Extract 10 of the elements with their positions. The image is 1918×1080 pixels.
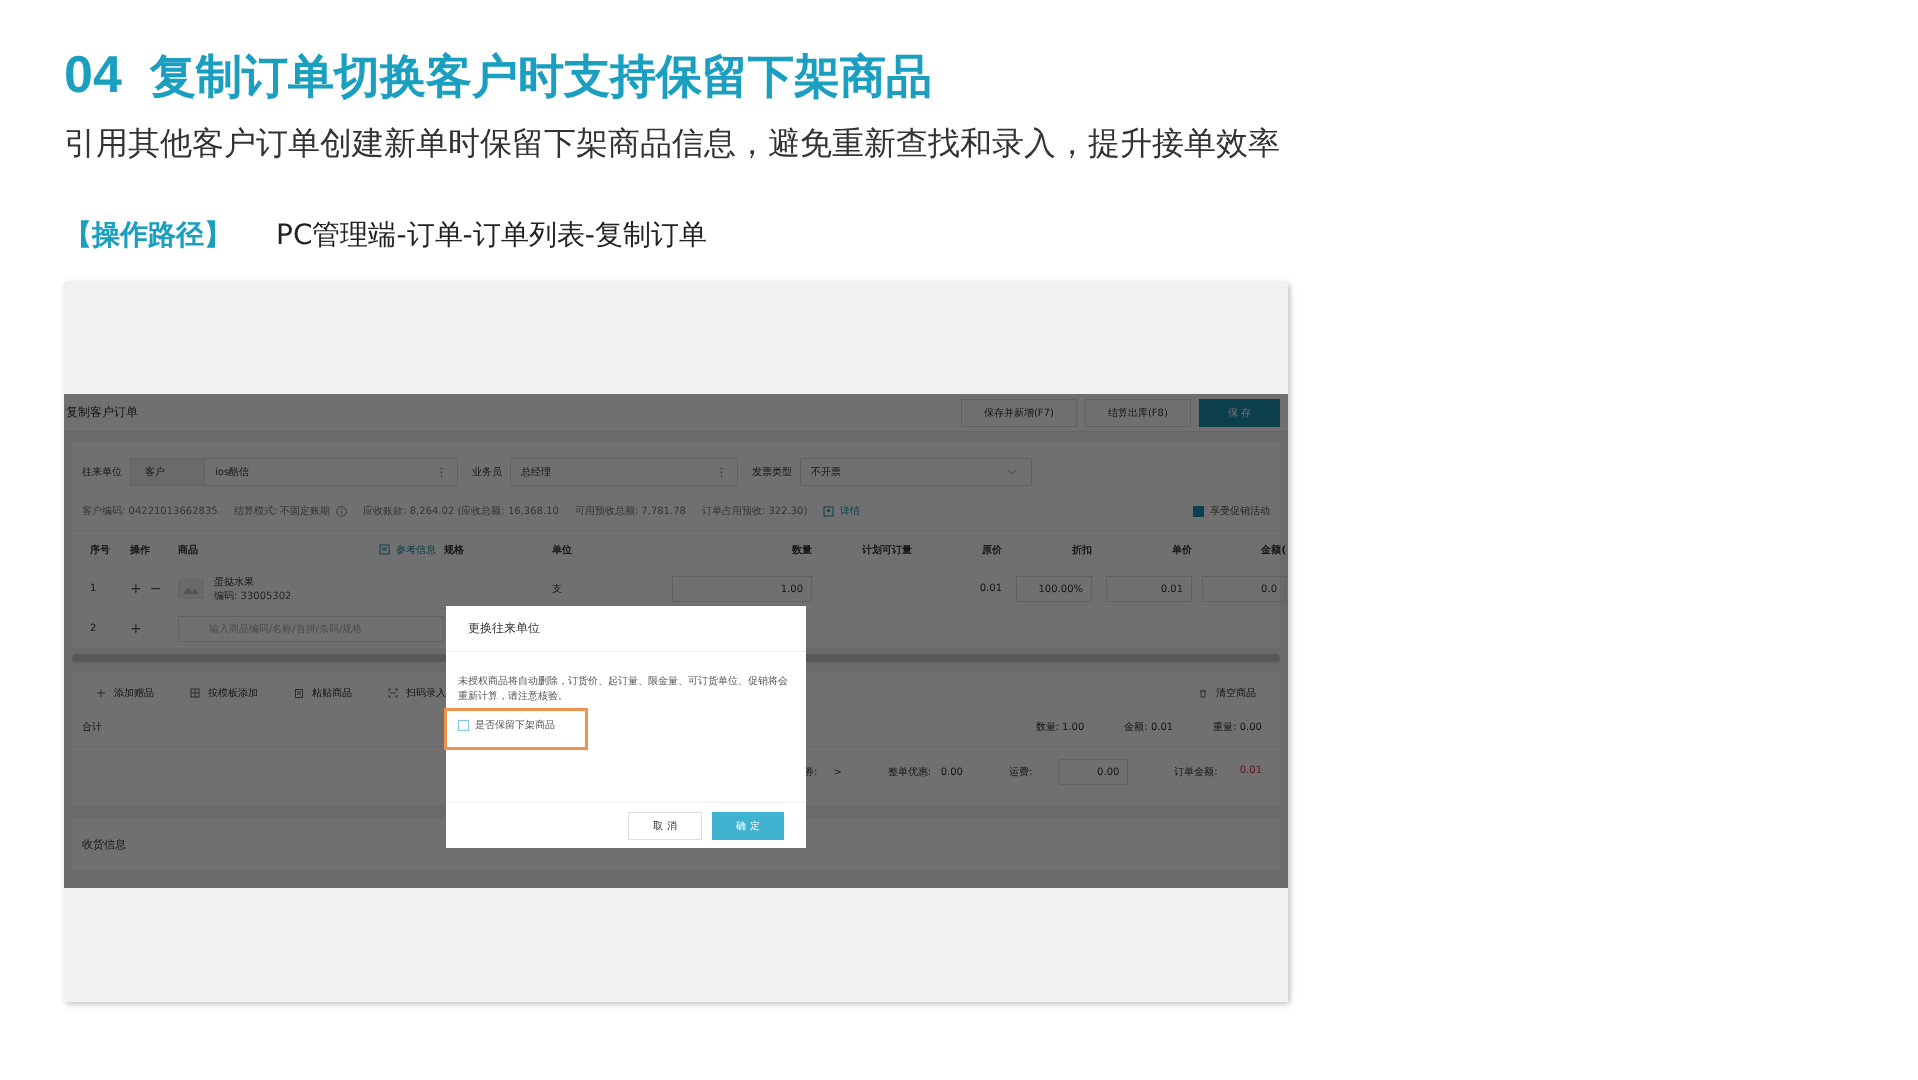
path-label: 【操作路径】	[64, 218, 232, 254]
path-text: PC管理端-订单-订单列表-复制订单	[276, 218, 707, 254]
slide-title: 复制订单切换客户时支持保留下架商品	[149, 50, 932, 108]
highlight-frame	[444, 708, 588, 751]
checkbox[interactable]	[458, 719, 469, 731]
contact-card-icon	[823, 505, 835, 517]
slide-subtitle: 引用其他客户订单创建新单时保留下架商品信息，避免重新查找和录入，提升接单效率	[64, 124, 1282, 166]
checkbox[interactable]	[1193, 505, 1204, 517]
section-number: 04	[64, 44, 122, 106]
image-placeholder-icon	[178, 578, 204, 599]
